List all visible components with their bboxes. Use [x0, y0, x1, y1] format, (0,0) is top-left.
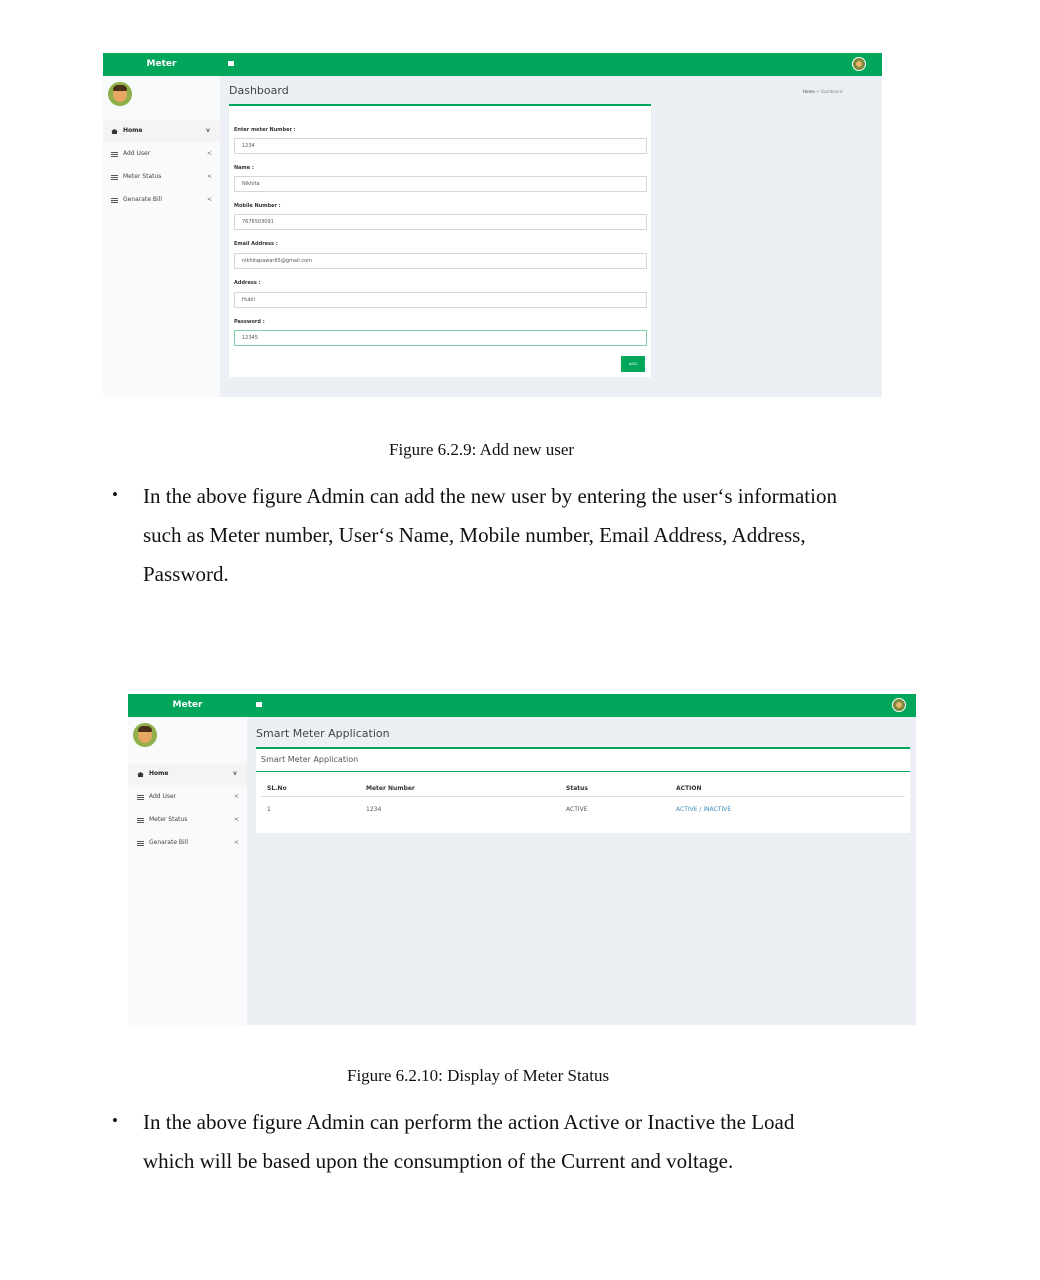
- top-navbar: Meter: [128, 694, 916, 717]
- meter-status-screenshot: Meter Home v Add User < Meter Status < G…: [128, 694, 916, 1025]
- table-header-slno: SL.No: [267, 785, 287, 792]
- page-title: Smart Meter Application: [256, 727, 390, 740]
- cell-meter-number: 1234: [366, 806, 382, 813]
- sidebar-item-generate-bill[interactable]: Genarate Bill <: [103, 189, 220, 211]
- chevron-left-icon: <: [234, 839, 240, 846]
- bullet-icon: •: [112, 1111, 118, 1130]
- name-input[interactable]: Nikhita: [234, 176, 647, 192]
- list-icon: [137, 818, 144, 823]
- sidebar-item-home[interactable]: Home v: [103, 120, 220, 142]
- breadcrumb-current: Dashboard: [820, 89, 843, 94]
- sidebar-item-label: Home: [149, 770, 169, 777]
- user-avatar-icon[interactable]: [852, 57, 866, 71]
- mobile-number-input[interactable]: 7676503091: [234, 214, 647, 230]
- page-title: Dashboard: [229, 84, 289, 97]
- paragraph-line: which will be based upon the consumption…: [143, 1149, 734, 1173]
- list-icon: [111, 175, 118, 180]
- sidebar-item-label: Genarate Bill: [123, 196, 163, 203]
- meter-number-input[interactable]: 1234: [234, 138, 647, 154]
- breadcrumb-separator: >: [816, 89, 820, 94]
- list-icon: [111, 198, 118, 203]
- brand-logo[interactable]: Meter: [128, 694, 247, 717]
- brand-logo[interactable]: Meter: [103, 53, 220, 76]
- bullet-icon: •: [112, 485, 118, 504]
- password-input[interactable]: 12345: [234, 330, 647, 346]
- paragraph-line: In the above figure Admin can add the ne…: [143, 484, 837, 508]
- password-label: Password :: [234, 319, 265, 325]
- mobile-number-label: Mobile Number :: [234, 203, 281, 209]
- paragraph-line: such as Meter number, User‘s Name, Mobil…: [143, 523, 806, 547]
- sidebar-item-home[interactable]: Home v: [128, 763, 247, 785]
- sidebar: Home v Add User < Meter Status < Genarat…: [103, 76, 220, 397]
- user-avatar-icon[interactable]: [892, 698, 906, 712]
- figure-caption: Figure 6.2.9: Add new user: [389, 440, 575, 459]
- sidebar-item-label: Add User: [149, 793, 177, 800]
- sidebar-toggle-icon[interactable]: [228, 61, 234, 66]
- sidebar-item-label: Meter Status: [123, 173, 162, 180]
- email-label: Email Address :: [234, 241, 278, 247]
- sidebar-item-add-user[interactable]: Add User <: [128, 786, 247, 808]
- paragraph-line: In the above figure Admin can perform th…: [143, 1110, 795, 1134]
- sidebar-item-label: Genarate Bill: [149, 839, 189, 846]
- breadcrumb: Home > Dashboard: [803, 89, 842, 94]
- chevron-down-icon: v: [233, 770, 237, 777]
- sidebar: Home v Add User < Meter Status < Genarat…: [128, 717, 247, 1025]
- chevron-left-icon: <: [207, 173, 213, 180]
- table-header-meter-number: Meter Number: [366, 785, 415, 792]
- sidebar-item-add-user[interactable]: Add User <: [103, 143, 220, 165]
- divider: [261, 796, 905, 797]
- list-icon: [137, 795, 144, 800]
- sidebar-toggle-icon[interactable]: [256, 702, 262, 707]
- home-icon: [137, 772, 144, 777]
- sidebar-item-meter-status[interactable]: Meter Status <: [103, 166, 220, 188]
- meter-status-box: Smart Meter Application SL.No Meter Numb…: [256, 747, 910, 833]
- sidebar-item-label: Meter Status: [149, 816, 188, 823]
- add-user-screenshot: Meter Home v Add User < Meter Status < G…: [103, 53, 882, 397]
- figure-caption: Figure 6.2.10: Display of Meter Status: [347, 1066, 610, 1085]
- list-icon: [137, 841, 144, 846]
- sidebar-item-meter-status[interactable]: Meter Status <: [128, 809, 247, 831]
- chevron-down-icon: v: [206, 127, 210, 134]
- address-input[interactable]: Hubli: [234, 292, 647, 308]
- sidebar-item-generate-bill[interactable]: Genarate Bill <: [128, 832, 247, 854]
- chevron-left-icon: <: [207, 150, 213, 157]
- sidebar-item-label: Add User: [123, 150, 151, 157]
- home-icon: [111, 129, 118, 134]
- email-field[interactable]: nikhitapawar65@gmail.com: [234, 253, 647, 269]
- chevron-left-icon: <: [234, 816, 240, 823]
- cell-slno: 1: [267, 806, 271, 813]
- avatar: [108, 82, 132, 106]
- chevron-left-icon: <: [207, 196, 213, 203]
- name-label: Name :: [234, 165, 254, 171]
- table-header-action: ACTION: [676, 785, 702, 792]
- action-toggle-link[interactable]: ACTIVE / INACTIVE: [676, 806, 731, 813]
- add-button[interactable]: ADD: [621, 356, 645, 372]
- meter-number-label: Enter meter Number :: [234, 127, 296, 133]
- sidebar-item-label: Home: [123, 127, 143, 134]
- cell-status: ACTIVE: [566, 806, 588, 813]
- top-navbar: Meter: [103, 53, 882, 76]
- box-title: Smart Meter Application: [261, 755, 359, 764]
- table-header-status: Status: [566, 785, 588, 792]
- list-icon: [111, 152, 118, 157]
- add-user-form: Enter meter Number : 1234 Name : Nikhita…: [229, 104, 651, 377]
- divider: [256, 771, 910, 772]
- paragraph-line: Password.: [143, 562, 229, 586]
- address-label: Address :: [234, 280, 261, 286]
- chevron-left-icon: <: [234, 793, 240, 800]
- breadcrumb-home[interactable]: Home: [803, 89, 815, 94]
- avatar: [133, 723, 157, 747]
